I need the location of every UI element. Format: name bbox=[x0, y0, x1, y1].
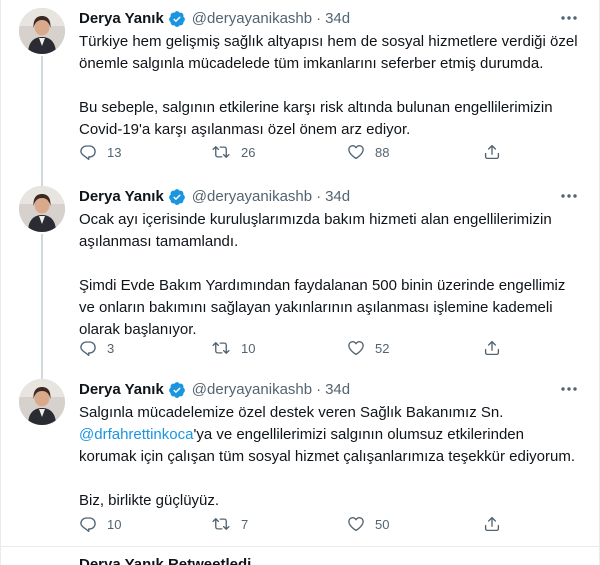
tweet-time[interactable]: 34d bbox=[325, 380, 350, 400]
share-icon bbox=[483, 143, 501, 161]
retweet-icon bbox=[211, 143, 231, 161]
tweet-text: Ocak ayı içerisinde kuruluşlarımızda bak… bbox=[79, 209, 579, 341]
separator-dot: · bbox=[316, 10, 322, 27]
like-icon bbox=[347, 515, 365, 533]
tweet-paragraph: Bu sebeple, salgının etkilerine karşı ri… bbox=[79, 99, 553, 138]
reply-count: 3 bbox=[107, 340, 115, 356]
share-button[interactable] bbox=[483, 339, 501, 357]
separator-dot: · bbox=[316, 188, 322, 205]
author-handle[interactable]: @deryayanikashb bbox=[192, 187, 312, 207]
share-icon bbox=[483, 339, 501, 357]
verified-badge-icon bbox=[168, 188, 186, 206]
tweet[interactable]: Derya Yanık @deryayanikashb · 34d Salgın… bbox=[1, 371, 599, 546]
retweeted-by-label: Derya Yanık Retweetledi bbox=[79, 556, 252, 565]
tweet-paragraph: Şimdi Evde Bakım Yardımından faydalanan … bbox=[79, 277, 566, 338]
tweet-actions: 3 10 52 bbox=[79, 338, 509, 358]
tweet-time[interactable]: 34d bbox=[325, 9, 350, 29]
reply-count: 13 bbox=[107, 144, 122, 160]
author-name[interactable]: Derya Yanık bbox=[79, 380, 164, 400]
tweet-paragraph: Salgınla mücadelemize özel destek veren … bbox=[79, 402, 579, 468]
thread-line bbox=[41, 56, 43, 178]
retweet-count: 10 bbox=[241, 340, 256, 356]
more-icon[interactable] bbox=[559, 10, 579, 26]
like-count: 50 bbox=[375, 516, 390, 532]
reply-count: 10 bbox=[107, 516, 122, 532]
like-icon bbox=[347, 143, 365, 161]
reply-button[interactable]: 10 bbox=[79, 515, 121, 533]
divider bbox=[1, 546, 599, 547]
like-button[interactable]: 50 bbox=[347, 515, 389, 533]
tweet[interactable]: Derya Yanık @deryayanikashb · 34d Türkiy… bbox=[1, 0, 599, 178]
tweet-text: Türkiye hem gelişmiş sağlık altyapısı he… bbox=[79, 31, 579, 141]
tweet-header: Derya Yanık @deryayanikashb · 34d bbox=[79, 9, 350, 29]
timeline: Derya Yanık @deryayanikashb · 34d Türkiy… bbox=[0, 0, 600, 565]
author-handle[interactable]: @deryayanikashb bbox=[192, 380, 312, 400]
like-button[interactable]: 52 bbox=[347, 339, 389, 357]
reply-button[interactable]: 13 bbox=[79, 143, 121, 161]
more-icon[interactable] bbox=[559, 381, 579, 397]
retweet-button[interactable]: 7 bbox=[211, 515, 248, 533]
tweet-paragraph: Türkiye hem gelişmiş sağlık altyapısı he… bbox=[79, 33, 578, 72]
tweet-text: Salgınla mücadelemize özel destek veren … bbox=[79, 402, 579, 512]
retweet-button[interactable]: 26 bbox=[211, 143, 255, 161]
author-name[interactable]: Derya Yanık bbox=[79, 187, 164, 207]
share-button[interactable] bbox=[483, 143, 501, 161]
author-name[interactable]: Derya Yanık bbox=[79, 9, 164, 29]
retweet-count: 26 bbox=[241, 144, 256, 160]
retweet-count: 7 bbox=[241, 516, 249, 532]
tweet-time[interactable]: 34d bbox=[325, 187, 350, 207]
reply-button[interactable]: 3 bbox=[79, 339, 114, 357]
avatar[interactable] bbox=[19, 379, 65, 425]
thread-line bbox=[41, 371, 43, 379]
tweet-paragraph: Ocak ayı içerisinde kuruluşlarımızda bak… bbox=[79, 211, 552, 250]
reply-icon bbox=[79, 515, 97, 533]
author-handle[interactable]: @deryayanikashb bbox=[192, 9, 312, 29]
retweet-button[interactable]: 10 bbox=[211, 339, 255, 357]
mention-link[interactable]: @drfahrettinkoca bbox=[79, 426, 193, 443]
thread-line bbox=[41, 234, 43, 371]
reply-icon bbox=[79, 339, 97, 357]
like-count: 88 bbox=[375, 144, 390, 160]
share-icon bbox=[483, 515, 501, 533]
like-count: 52 bbox=[375, 340, 390, 356]
like-button[interactable]: 88 bbox=[347, 143, 389, 161]
tweet-actions: 10 7 50 bbox=[79, 514, 509, 534]
tweet-actions: 13 26 88 bbox=[79, 142, 509, 162]
verified-badge-icon bbox=[168, 10, 186, 28]
retweet-icon bbox=[211, 339, 231, 357]
tweet-paragraph: Biz, birlikte güçlüyüz. bbox=[79, 492, 220, 509]
verified-badge-icon bbox=[168, 381, 186, 399]
retweet-icon bbox=[211, 515, 231, 533]
tweet-header: Derya Yanık @deryayanikashb · 34d bbox=[79, 380, 350, 400]
avatar[interactable] bbox=[19, 186, 65, 232]
tweet[interactable]: Derya Yanık @deryayanikashb · 34d Ocak a… bbox=[1, 178, 599, 371]
more-icon[interactable] bbox=[559, 188, 579, 204]
tweet-header: Derya Yanık @deryayanikashb · 34d bbox=[79, 187, 350, 207]
avatar[interactable] bbox=[19, 8, 65, 54]
share-button[interactable] bbox=[483, 515, 501, 533]
thread-line bbox=[41, 178, 43, 186]
reply-icon bbox=[79, 143, 97, 161]
separator-dot: · bbox=[316, 381, 322, 398]
like-icon bbox=[347, 339, 365, 357]
text-segment: Salgınla mücadelemize özel destek veren … bbox=[79, 404, 504, 421]
